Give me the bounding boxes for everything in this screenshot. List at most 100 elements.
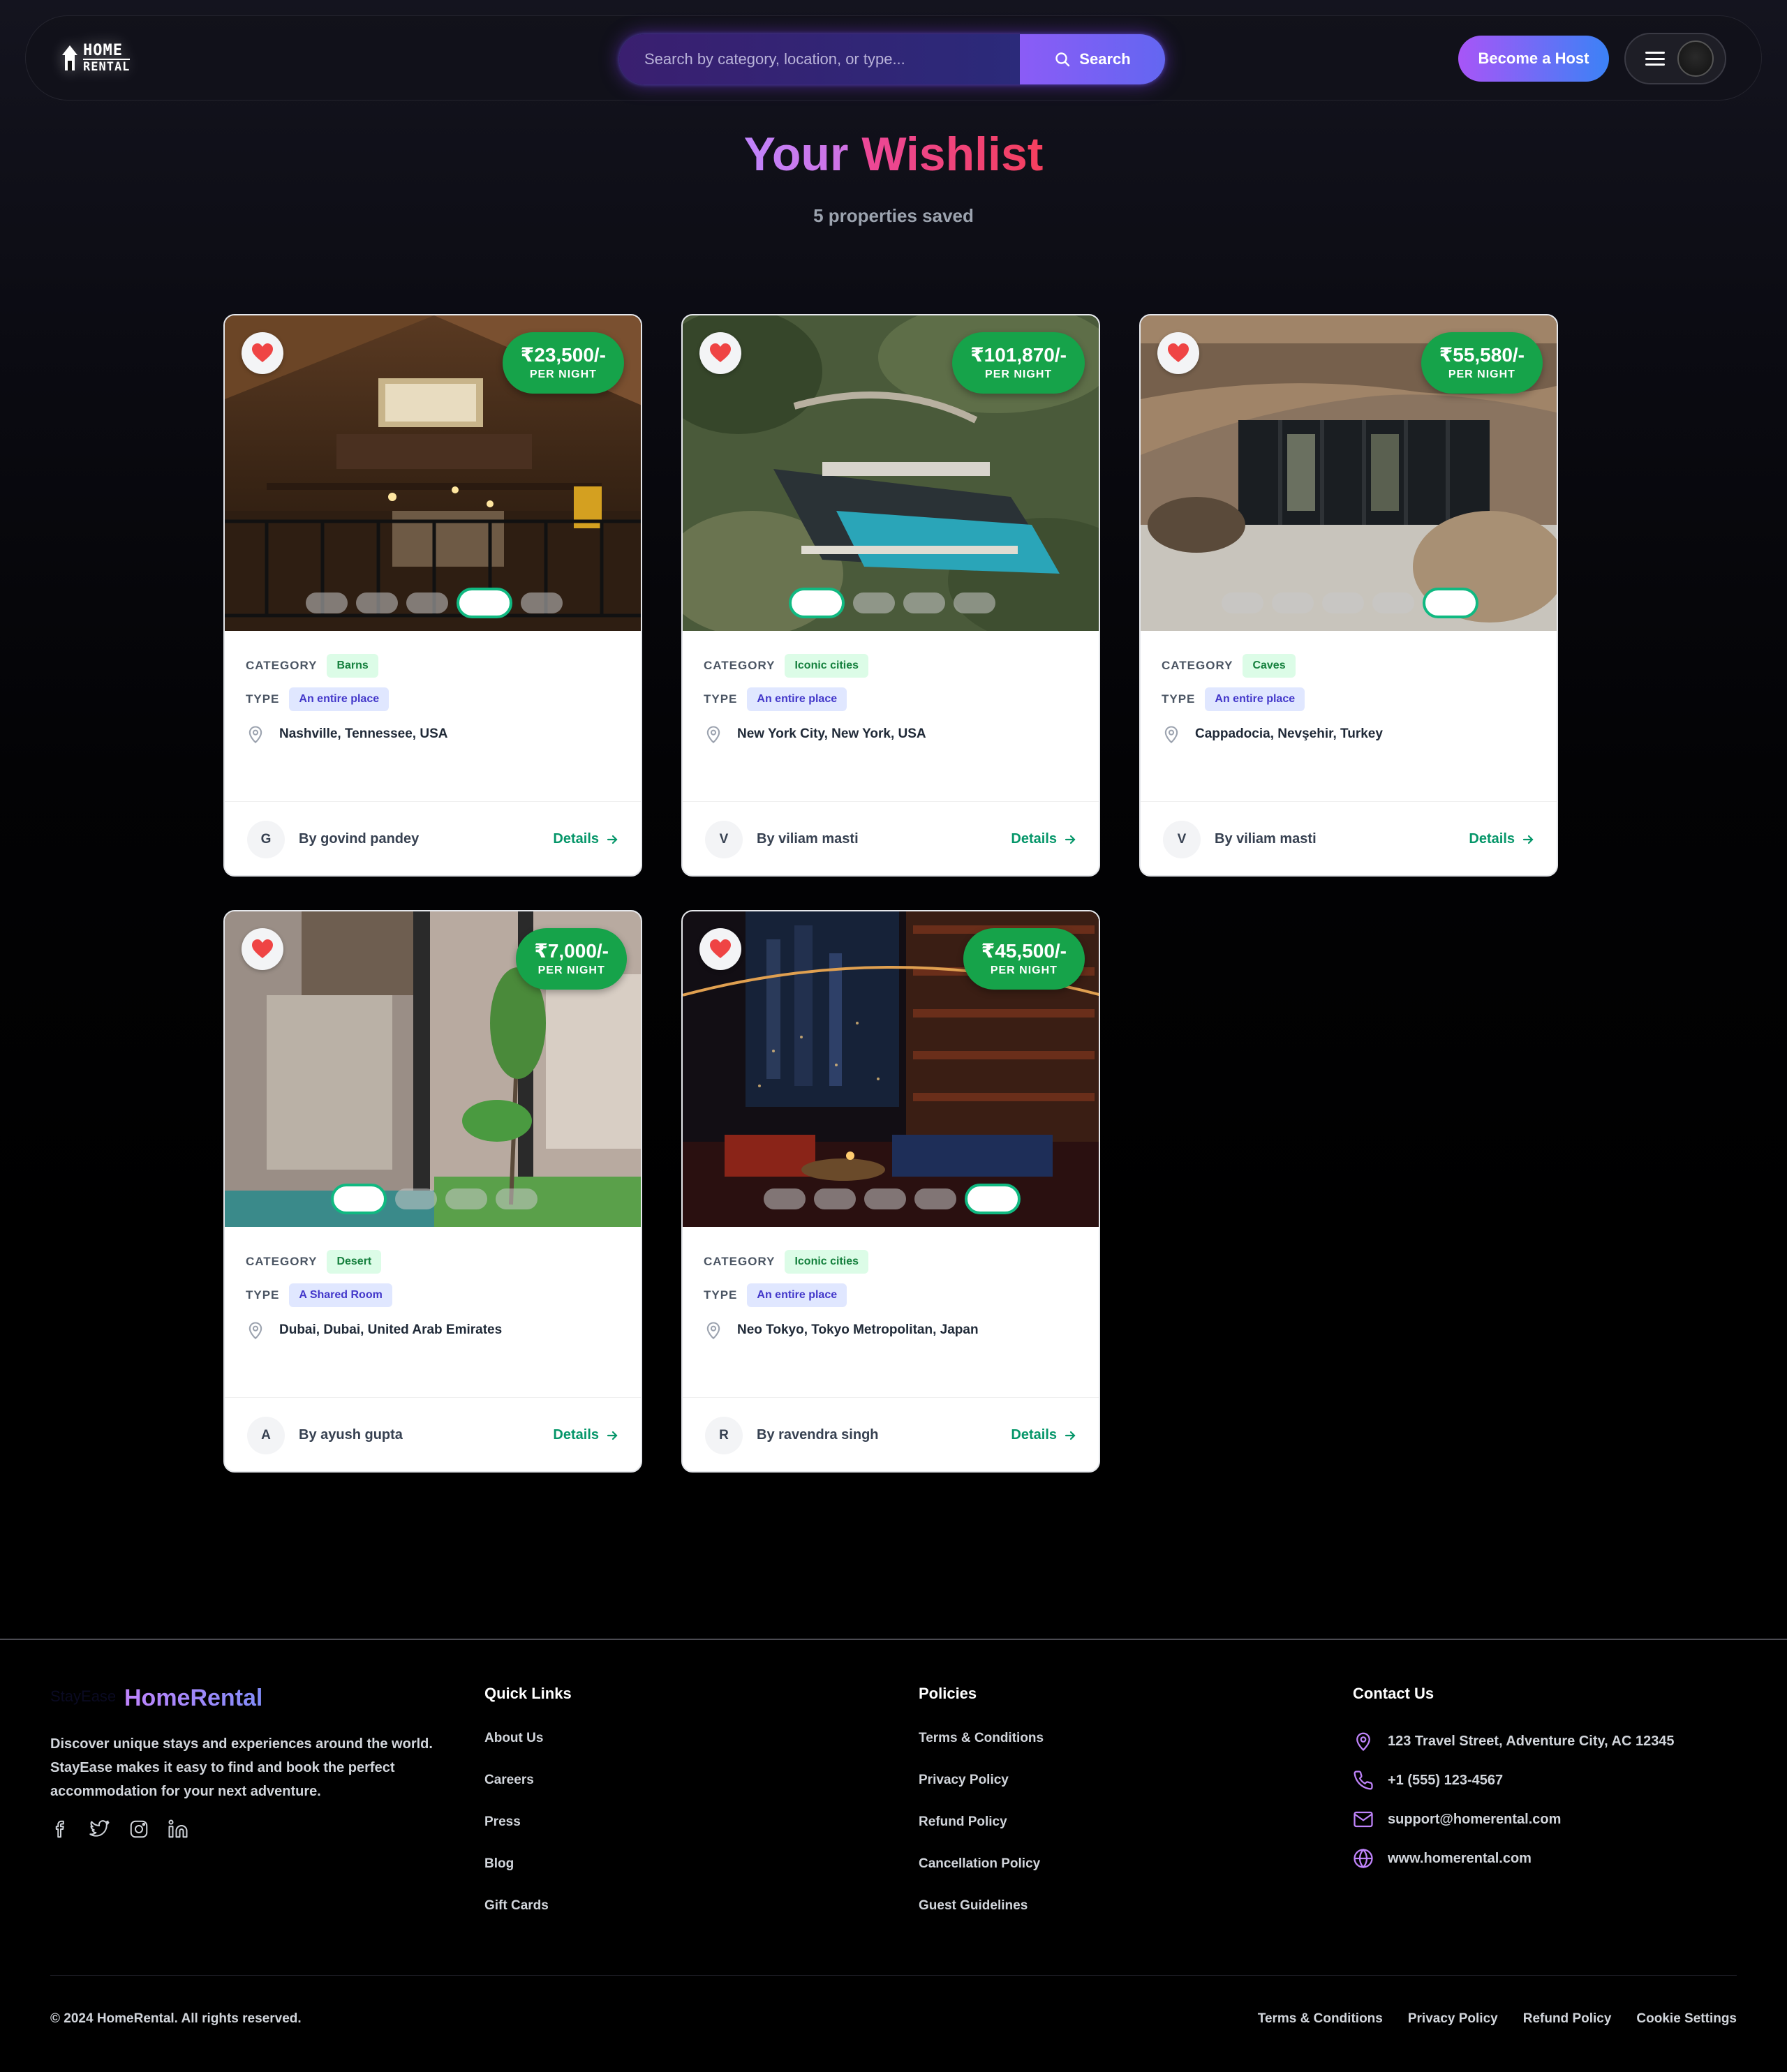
category-tag: Iconic cities: [785, 1250, 869, 1274]
listing-card[interactable]: ₹45,500/- PER NIGHT CATEGORY Iconic citie…: [681, 910, 1100, 1473]
copyright: © 2024 HomeRental. All rights reserved.: [50, 2011, 302, 2026]
card-footer: V By viliam masti Details: [683, 801, 1099, 875]
location-text: Cappadocia, Nevşehir, Turkey: [1195, 726, 1383, 741]
carousel-dot[interactable]: [521, 592, 563, 613]
category-tag: Caves: [1243, 654, 1296, 678]
contact-website: www.homerental.com: [1353, 1848, 1675, 1869]
carousel-dot[interactable]: [814, 1188, 856, 1209]
footer-link-refund[interactable]: Refund Policy: [919, 1814, 1044, 1830]
category-tag: Iconic cities: [785, 654, 869, 678]
carousel-dot[interactable]: [914, 1188, 956, 1209]
carousel-dot[interactable]: [764, 1188, 806, 1209]
heart-icon: [710, 343, 731, 362]
carousel-dot[interactable]: [853, 592, 895, 613]
location: Neo Tokyo, Tokyo Metropolitan, Japan: [704, 1320, 1081, 1340]
phone-icon: [1354, 1771, 1373, 1790]
carousel-dot-active[interactable]: [789, 588, 845, 618]
search-icon: [1055, 52, 1070, 67]
carousel-dot[interactable]: [406, 592, 448, 613]
listing-card[interactable]: ₹23,500/- PER NIGHT CATEGORY Barns TYPE An…: [223, 314, 642, 877]
bottom-link-refund[interactable]: Refund Policy: [1523, 2011, 1612, 2027]
carousel-dot[interactable]: [356, 592, 398, 613]
wishlist-heart-button[interactable]: [242, 928, 283, 970]
map-pin-icon: [706, 726, 720, 744]
type-tag: A Shared Room: [289, 1283, 392, 1307]
details-link[interactable]: Details: [1011, 831, 1076, 847]
wishlist-heart-button[interactable]: [699, 332, 741, 374]
search-input[interactable]: [644, 50, 1020, 68]
carousel-dot[interactable]: [1372, 592, 1414, 613]
footer-link-blog[interactable]: Blog: [484, 1856, 572, 1872]
carousel-dot[interactable]: [445, 1188, 487, 1209]
bottom-link-terms[interactable]: Terms & Conditions: [1258, 2011, 1383, 2027]
carousel-dot-active[interactable]: [1423, 588, 1478, 618]
carousel-dot[interactable]: [864, 1188, 906, 1209]
carousel-dot[interactable]: [395, 1188, 437, 1209]
bottom-link-privacy[interactable]: Privacy Policy: [1408, 2011, 1498, 2027]
listing-image[interactable]: ₹55,580/- PER NIGHT: [1141, 315, 1557, 631]
carousel-dot-active[interactable]: [331, 1184, 387, 1214]
price-amount: ₹45,500/-: [981, 939, 1067, 962]
listing-card[interactable]: ₹7,000/- PER NIGHT CATEGORY Desert TYPE A …: [223, 910, 642, 1473]
footer-link-privacy[interactable]: Privacy Policy: [919, 1773, 1044, 1788]
twitter-icon[interactable]: [89, 1819, 110, 1840]
listing-image[interactable]: ₹45,500/- PER NIGHT: [683, 911, 1099, 1227]
price-badge: ₹7,000/- PER NIGHT: [516, 928, 627, 990]
details-label: Details: [1011, 1427, 1057, 1443]
details-link[interactable]: Details: [1469, 831, 1534, 847]
details-label: Details: [553, 1427, 599, 1443]
details-label: Details: [1469, 831, 1515, 847]
type-label: TYPE: [246, 1288, 280, 1302]
footer-link-guest-guidelines[interactable]: Guest Guidelines: [919, 1898, 1044, 1914]
carousel-dot[interactable]: [1272, 592, 1314, 613]
search-button-label: Search: [1079, 50, 1131, 68]
footer-link-about[interactable]: About Us: [484, 1731, 572, 1746]
type-tag: An entire place: [1205, 687, 1305, 711]
carousel-dot[interactable]: [1222, 592, 1263, 613]
price-badge: ₹23,500/- PER NIGHT: [502, 332, 624, 394]
wishlist-heart-button[interactable]: [1157, 332, 1199, 374]
carousel-dot[interactable]: [1322, 592, 1364, 613]
logo-line1: HOME: [83, 41, 123, 59]
carousel-dot[interactable]: [954, 592, 995, 613]
navbar: HOME RENTAL Search Become a Host: [25, 15, 1762, 100]
listing-card[interactable]: ₹101,870/- PER NIGHT CATEGORY Iconic citi…: [681, 314, 1100, 877]
footer-bottom-links: Terms & Conditions Privacy Policy Refund…: [1258, 2011, 1737, 2027]
search-button[interactable]: Search: [1020, 34, 1165, 84]
carousel-dot[interactable]: [306, 592, 348, 613]
category-label: CATEGORY: [246, 659, 318, 672]
footer-bottom-divider: [50, 1975, 1737, 1976]
carousel-dot[interactable]: [903, 592, 945, 613]
bottom-link-cookie-settings[interactable]: Cookie Settings: [1636, 2011, 1737, 2027]
contact-phone: +1 (555) 123-4567: [1353, 1770, 1675, 1791]
listing-image[interactable]: ₹101,870/- PER NIGHT: [683, 315, 1099, 631]
details-link[interactable]: Details: [1011, 1427, 1076, 1443]
carousel-dot[interactable]: [496, 1188, 537, 1209]
footer-description: Discover unique stays and experiences ar…: [50, 1736, 433, 1799]
become-host-button[interactable]: Become a Host: [1458, 36, 1609, 82]
home-rental-logo[interactable]: HOME RENTAL: [61, 37, 131, 79]
user-menu-button[interactable]: [1624, 33, 1726, 84]
listing-image[interactable]: ₹7,000/- PER NIGHT: [225, 911, 641, 1227]
footer-link-gift-cards[interactable]: Gift Cards: [484, 1898, 572, 1914]
wishlist-heart-button[interactable]: [699, 928, 741, 970]
carousel-dot-active[interactable]: [965, 1184, 1021, 1214]
arrow-right-icon: [1065, 835, 1076, 844]
details-link[interactable]: Details: [553, 831, 618, 847]
linkedin-icon[interactable]: [168, 1819, 188, 1840]
map-pin-icon: [249, 726, 262, 744]
listing-image[interactable]: ₹23,500/- PER NIGHT: [225, 315, 641, 631]
footer-link-press[interactable]: Press: [484, 1814, 572, 1830]
wishlist-heart-button[interactable]: [242, 332, 283, 374]
instagram-icon[interactable]: [128, 1819, 149, 1840]
footer-link-careers[interactable]: Careers: [484, 1773, 572, 1788]
facebook-icon[interactable]: [50, 1819, 71, 1840]
quick-links-title: Quick Links: [484, 1685, 572, 1702]
carousel-dot-active[interactable]: [457, 588, 512, 618]
listing-card[interactable]: ₹55,580/- PER NIGHT CATEGORY Caves TYPE An…: [1139, 314, 1558, 877]
host-name: By viliam masti: [1215, 831, 1317, 847]
footer-link-cancellation[interactable]: Cancellation Policy: [919, 1856, 1044, 1872]
details-link[interactable]: Details: [553, 1427, 618, 1443]
footer-link-terms[interactable]: Terms & Conditions: [919, 1731, 1044, 1746]
location-text: New York City, New York, USA: [737, 726, 926, 741]
